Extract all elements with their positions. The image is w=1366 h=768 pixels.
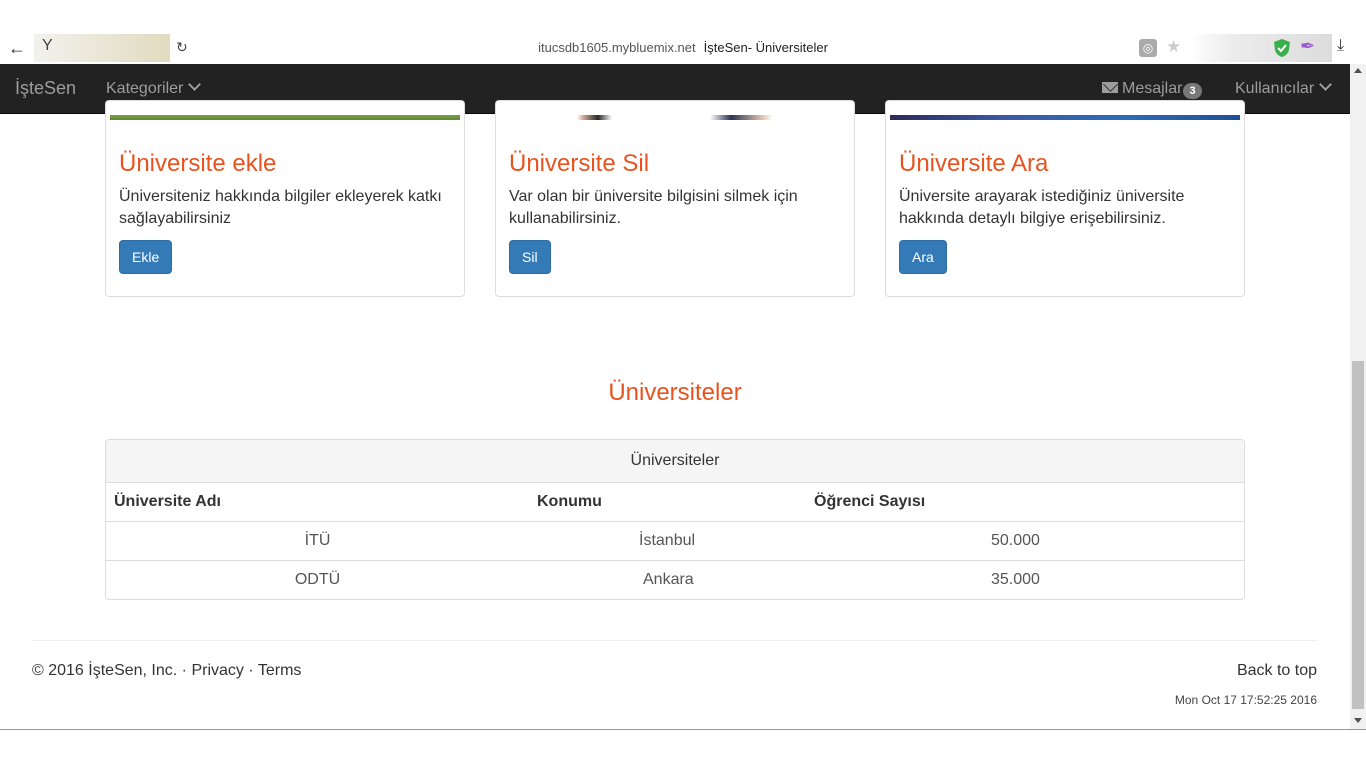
- bookmark-star-icon[interactable]: ★: [1166, 37, 1181, 57]
- nav-categories-label: Kategoriler: [106, 80, 184, 97]
- footer-links: © 2016 İşteSen, Inc. · Privacy · Terms: [32, 662, 301, 680]
- nav-users-label: Kullanıcılar: [1235, 80, 1315, 97]
- card-image: [500, 115, 850, 120]
- address-bar[interactable]: itucsdb1605.mybluemix.net İşteSen- Üniver…: [0, 40, 1366, 55]
- scroll-down-icon[interactable]: [1354, 718, 1362, 723]
- feather-icon[interactable]: ✒: [1300, 36, 1315, 57]
- delete-button[interactable]: Sil: [509, 240, 551, 274]
- column-header: Konumu: [529, 483, 806, 522]
- terms-link[interactable]: Terms: [258, 662, 302, 679]
- privacy-link[interactable]: Privacy: [191, 662, 243, 679]
- chevron-down-icon: [188, 78, 202, 91]
- footer-separator: ·: [181, 662, 187, 679]
- add-button[interactable]: Ekle: [119, 240, 173, 274]
- chevron-down-icon: [1319, 78, 1333, 91]
- table-row: İTÜ İstanbul 50.000: [106, 521, 1244, 560]
- card-image: [890, 115, 1240, 120]
- nav-messages-label: Mesajlar: [1122, 80, 1183, 97]
- table-cell: İTÜ: [304, 531, 331, 549]
- card-add-university: Üniversite ekle Üniversiteniz hakkında b…: [105, 100, 465, 297]
- footer-separator: ·: [248, 662, 254, 679]
- nav-messages[interactable]: Mesajlar 3: [1102, 80, 1202, 99]
- table-cell: 50.000: [991, 531, 1040, 549]
- page-title-text: İşteSen- Üniversiteler: [703, 40, 828, 55]
- card-title: Üniversite Ara: [899, 150, 1049, 177]
- card-search-university: Üniversite Ara Üniversite arayarak isted…: [885, 100, 1245, 297]
- table-cell: Ankara: [529, 559, 806, 599]
- panel-heading: Üniversiteler: [106, 440, 1244, 483]
- messages-badge: 3: [1183, 83, 1202, 99]
- url-host: itucsdb1605.mybluemix.net: [538, 40, 696, 55]
- footer-divider: [32, 640, 1317, 641]
- universities-panel: Üniversiteler Üniversite Adı Konumu Öğre…: [105, 439, 1245, 600]
- card-title: Üniversite Sil: [509, 150, 650, 177]
- table-row: ODTÜ Ankara 35.000: [106, 559, 1244, 599]
- column-header: Öğrenci Sayısı: [806, 483, 1244, 522]
- table-cell: ODTÜ: [106, 559, 529, 599]
- table-cell: İstanbul: [639, 531, 696, 549]
- timestamp: Mon Oct 17 17:52:25 2016: [1174, 693, 1317, 707]
- search-button[interactable]: Ara: [899, 240, 947, 274]
- nav-categories[interactable]: Kategoriler: [106, 78, 202, 98]
- globe-icon[interactable]: ◎: [1139, 39, 1157, 57]
- nav-users[interactable]: Kullanıcılar: [1235, 78, 1333, 98]
- section-title: Üniversiteler: [608, 379, 742, 406]
- page-scrollbar[interactable]: [1350, 64, 1366, 729]
- card-text: Üniversite arayarak istediğiniz üniversi…: [899, 188, 1185, 227]
- scroll-up-icon[interactable]: [1354, 68, 1362, 73]
- card-delete-university: Üniversite Sil Var olan bir üniversite b…: [495, 100, 855, 297]
- download-icon[interactable]: ⤓: [1337, 37, 1344, 55]
- browser-toolbar: ← Y ↻ itucsdb1605.mybluemix.net İşteSen- …: [0, 32, 1366, 64]
- card-text: Üniversiteniz hakkında bilgiler ekleyere…: [119, 188, 442, 227]
- table-cell: 35.000: [806, 559, 1244, 599]
- window-bottom: [0, 729, 1366, 768]
- back-to-top-link[interactable]: Back to top: [1237, 662, 1317, 680]
- shield-icon[interactable]: [1273, 38, 1291, 58]
- card-title: Üniversite ekle: [119, 150, 277, 177]
- table-header-row: Üniversite Adı Konumu Öğrenci Sayısı: [106, 483, 1244, 522]
- column-header: Üniversite Adı: [106, 483, 529, 522]
- envelope-icon: [1102, 82, 1118, 93]
- copyright-text: © 2016 İşteSen, Inc.: [32, 662, 178, 679]
- scroll-thumb[interactable]: [1352, 361, 1364, 709]
- universities-table: Üniversite Adı Konumu Öğrenci Sayısı İTÜ…: [106, 483, 1244, 599]
- window-top: [0, 0, 1366, 32]
- brand-logo[interactable]: İşteSen: [15, 78, 76, 99]
- card-image: [110, 115, 460, 120]
- card-text: Var olan bir üniversite bilgisini silmek…: [509, 188, 798, 227]
